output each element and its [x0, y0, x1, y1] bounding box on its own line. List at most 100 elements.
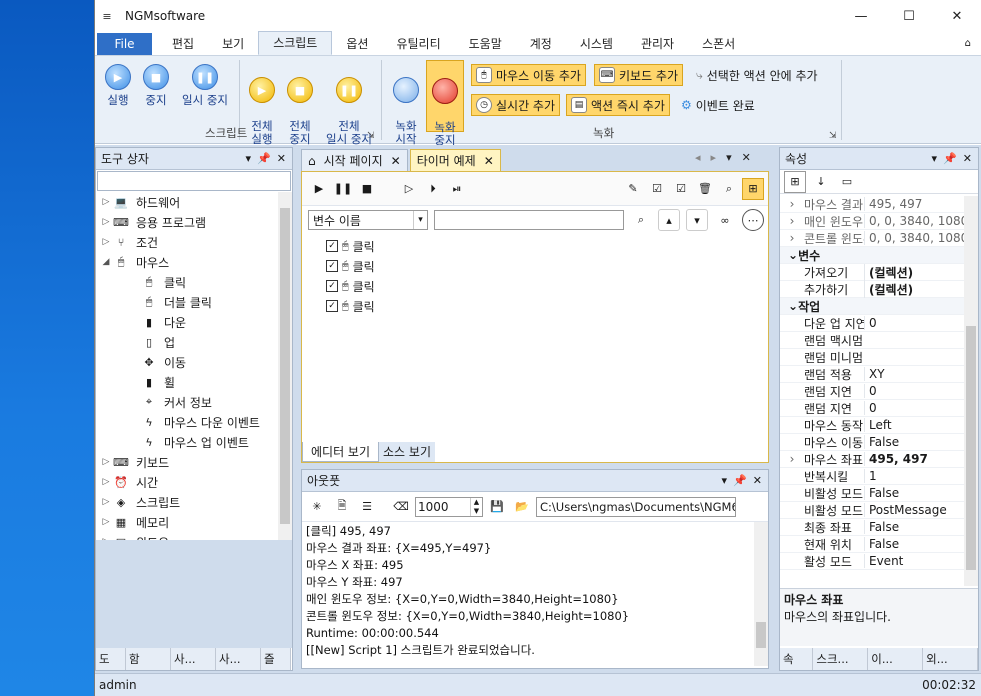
property-value[interactable]: False	[864, 520, 964, 534]
property-value[interactable]: 495, 497	[864, 452, 964, 466]
scrollbar-thumb[interactable]	[280, 208, 290, 524]
realtime-add-button[interactable]: ◷ 실시간 추가	[471, 94, 561, 116]
property-row[interactable]: › 매인 윈도우 0, 0, 3840, 1080	[780, 213, 964, 230]
record-start-button[interactable]: 녹화 시작	[389, 64, 423, 146]
action-now-add-button[interactable]: ▤ 액션 즉시 추가	[566, 94, 670, 116]
step-icon[interactable]: ▷	[398, 178, 420, 200]
property-row[interactable]: › 마우스 결과 495, 497	[780, 196, 964, 213]
run-to-icon[interactable]: ⏯	[446, 178, 468, 200]
check-all-icon[interactable]: ☑	[670, 178, 692, 200]
tree-item[interactable]: ▷ ⌨ 응용 프로그램	[100, 212, 276, 232]
property-row[interactable]: 마우스 이동 False	[780, 434, 964, 451]
property-row[interactable]: 랜덤 지연 0	[780, 400, 964, 417]
output-scrollbar[interactable]	[754, 522, 768, 666]
expand-arrow-icon[interactable]: ◢	[100, 257, 112, 267]
property-category[interactable]: ⌄ 변수	[780, 247, 964, 264]
menu-sponsor[interactable]: 스폰서	[688, 33, 749, 55]
group-record-launcher-icon[interactable]: ⇲	[829, 131, 837, 141]
tree-item[interactable]: ▷ ⑂ 조건	[100, 232, 276, 252]
dropdown-icon[interactable]: ▾	[722, 474, 728, 487]
action-row[interactable]: ✓ 🖱 클릭	[302, 296, 768, 316]
toolbox-bottom-tab[interactable]: 즐	[261, 648, 291, 670]
property-category[interactable]: ⌄ 작업	[780, 298, 964, 315]
search-icon[interactable]: ⌕	[718, 178, 740, 200]
property-value[interactable]: 495, 497	[864, 197, 964, 211]
close-icon[interactable]: ✕	[484, 150, 494, 172]
close-icon[interactable]: ✕	[742, 151, 751, 164]
run-from-icon[interactable]: ⏵	[422, 178, 444, 200]
tree-item[interactable]: ▷ ⏰ 시간	[100, 472, 276, 492]
delete-icon[interactable]: 🗑	[694, 178, 716, 200]
scroll-right-icon[interactable]: ▸	[711, 151, 717, 164]
properties-bottom-tab[interactable]: 이...	[868, 648, 924, 670]
toolbox-bottom-tab[interactable]: 도	[96, 648, 126, 670]
checkbox[interactable]: ✓	[326, 300, 338, 312]
debug-icon[interactable]: ✳	[306, 496, 328, 518]
tree-item[interactable]: ▷ ▦ 메모리	[100, 512, 276, 532]
menu-script[interactable]: 스크립트	[258, 31, 333, 55]
checkbox[interactable]: ✓	[326, 280, 338, 292]
menu-utility[interactable]: 유틸리티	[382, 33, 454, 55]
check-icon[interactable]: ☑	[646, 178, 668, 200]
expand-arrow-icon[interactable]: ▷	[100, 497, 112, 507]
tree-item[interactable]: ▮ 다운	[100, 312, 276, 332]
tree-item[interactable]: ▯ 업	[100, 332, 276, 352]
property-value[interactable]: False	[864, 435, 964, 449]
edit-icon[interactable]: ✎	[622, 178, 644, 200]
more-icon[interactable]: ⋯	[742, 209, 764, 231]
properties-bottom-tab[interactable]: 스크...	[813, 648, 869, 670]
menu-account[interactable]: 계정	[516, 33, 566, 55]
expand-arrow-icon[interactable]: ›	[780, 197, 804, 211]
tree-item[interactable]: ⌖ 커서 정보	[100, 392, 276, 412]
property-row[interactable]: 비활성 모드 False	[780, 485, 964, 502]
action-row[interactable]: ✓ 🖱 클릭	[302, 256, 768, 276]
property-row[interactable]: 가져오기 (컬렉션)	[780, 263, 964, 281]
close-icon[interactable]: ✕	[963, 152, 972, 165]
property-pages-icon[interactable]: ▭	[836, 171, 858, 193]
expand-arrow-icon[interactable]: ›	[780, 214, 804, 228]
event-done-button[interactable]: ⚙ 이벤트 완료	[677, 94, 759, 116]
property-value[interactable]: (컬렉션)	[864, 263, 964, 281]
tree-item[interactable]: ▷ ⌨ 키보드	[100, 452, 276, 472]
log-count-stepper[interactable]: 1000 ▲ ▼	[415, 496, 483, 517]
stepper-arrows-icon[interactable]: ▲ ▼	[470, 497, 482, 516]
pause-icon[interactable]: ❚❚	[332, 178, 354, 200]
property-value[interactable]: Event	[864, 554, 964, 568]
properties-scrollbar[interactable]	[964, 196, 978, 586]
quick-access-icon[interactable]: ≡	[95, 10, 119, 23]
keyboard-add-button[interactable]: ⌨ 키보드 추가	[594, 64, 684, 86]
property-value[interactable]: (컬렉션)	[864, 280, 964, 298]
tree-item[interactable]: ϟ 마우스 업 이벤트	[100, 432, 276, 452]
menu-help[interactable]: 도움말	[455, 33, 516, 55]
ribbon-collapse-icon[interactable]: ⌂	[965, 38, 971, 49]
tree-item[interactable]: ◢ 🖱 마우스	[100, 252, 276, 272]
all-stop-button[interactable]: ■ 전체 중지	[283, 64, 317, 146]
close-icon[interactable]: ✕	[277, 152, 286, 165]
expand-arrow-icon[interactable]: ▷	[100, 477, 112, 487]
property-row[interactable]: › 마우스 좌표 495, 497	[780, 451, 964, 468]
property-row[interactable]: 마우스 동작 Left	[780, 417, 964, 434]
expand-arrow-icon[interactable]: ▷	[100, 217, 112, 227]
play-icon[interactable]: ▶	[308, 178, 330, 200]
all-run-button[interactable]: ▶ 전체 실행	[245, 64, 279, 146]
toolbox-scrollbar[interactable]	[278, 192, 292, 540]
property-row[interactable]: 랜덤 미니멈	[780, 349, 964, 366]
expand-arrow-icon[interactable]: ▷	[100, 457, 112, 467]
collapse-icon[interactable]: ⌄	[788, 248, 798, 262]
property-value[interactable]: 1	[864, 469, 964, 483]
tree-item[interactable]: ▷ ◈ 스크립트	[100, 492, 276, 512]
tree-item[interactable]: ▷ 💻 하드웨어	[100, 192, 276, 212]
property-value[interactable]: 0	[864, 316, 964, 330]
record-stop-button[interactable]: 녹화 중지	[426, 60, 464, 147]
property-row[interactable]: ›콘트롤 윈도우0, 0, 3840, 1080	[780, 230, 964, 247]
menu-edit[interactable]: 편집	[158, 33, 208, 55]
maximize-button[interactable]: ☐	[885, 0, 933, 32]
menu-system[interactable]: 시스템	[566, 33, 627, 55]
add-in-selected-button[interactable]: ⤷ 선택한 액션 안에 추가	[692, 64, 822, 86]
dropdown-icon[interactable]: ▾	[246, 152, 252, 165]
move-up-icon[interactable]: ▴	[658, 209, 680, 231]
list-icon[interactable]: ☰	[356, 496, 378, 518]
property-row[interactable]: 추가하기 (컬렉션)	[780, 280, 964, 298]
stop-icon[interactable]: ■	[356, 178, 378, 200]
checkbox[interactable]: ✓	[326, 240, 338, 252]
